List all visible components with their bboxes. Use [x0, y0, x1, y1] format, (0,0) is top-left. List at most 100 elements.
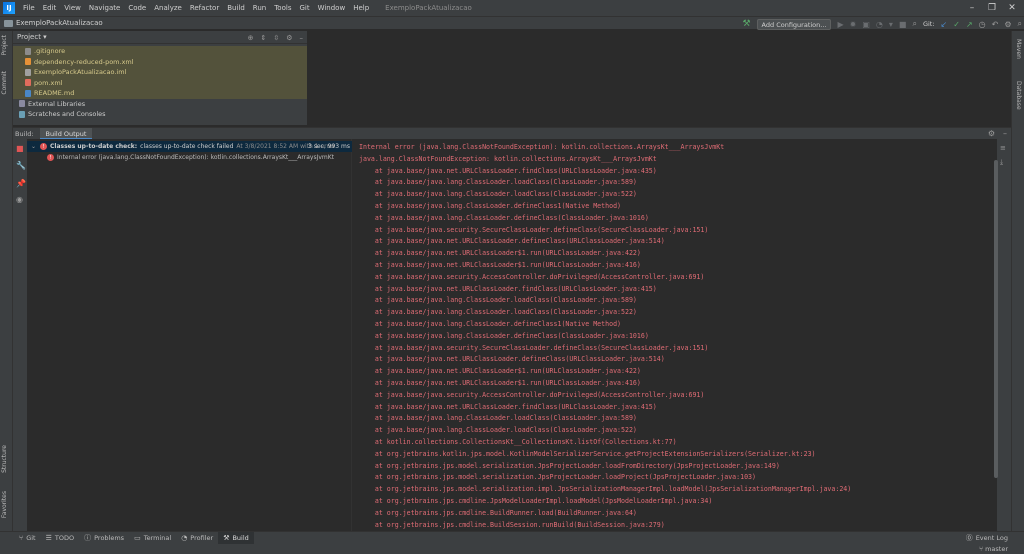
- menu-code[interactable]: Code: [124, 0, 150, 16]
- tab-favorites[interactable]: Favorites: [1, 491, 8, 518]
- git-rollback-icon[interactable]: ↶: [992, 20, 999, 29]
- hide-icon[interactable]: –: [1003, 129, 1007, 138]
- profile-icon[interactable]: ◔: [876, 20, 883, 29]
- build-hammer-icon[interactable]: ⚒: [742, 19, 750, 29]
- console-line: at kotlin.collections.CollectionsKt__Col…: [359, 438, 677, 446]
- tool-git[interactable]: ⑂ Git: [14, 532, 41, 545]
- expand-all-icon[interactable]: ⇕: [260, 34, 266, 42]
- menu-help[interactable]: Help: [349, 0, 373, 16]
- breadcrumb-project[interactable]: ExemploPackAtualizacao: [16, 19, 103, 27]
- console-line: at java.base/java.net.URLClassLoader$1.r…: [359, 367, 641, 376]
- console-line: at java.base/java.net.URLClassLoader$1.r…: [359, 379, 641, 387]
- menu-view[interactable]: View: [60, 0, 85, 16]
- tool-profiler[interactable]: ◔ Profiler: [176, 532, 218, 545]
- menu-refactor[interactable]: Refactor: [186, 0, 223, 16]
- console-line: at java.base/java.lang.ClassLoader.defin…: [359, 320, 622, 328]
- search-everywhere-icon[interactable]: ⌕: [1018, 19, 1022, 29]
- settings-icon[interactable]: ⚙: [1004, 20, 1011, 29]
- right-tool-stripe: Maven Database: [1011, 31, 1024, 531]
- console-line: at java.base/java.lang.ClassLoader.loadC…: [359, 296, 637, 305]
- build-error-row[interactable]: ! Internal error (java.lang.ClassNotFoun…: [27, 152, 352, 163]
- tree-item-iml[interactable]: ExemploPackAtualizacao.iml: [13, 67, 307, 78]
- project-tree: .gitignore dependency-reduced-pom.xml Ex…: [13, 44, 307, 120]
- more-run-icon[interactable]: ▾: [889, 20, 893, 29]
- tool-event-log[interactable]: ⓪ Event Log: [966, 533, 1008, 543]
- intellij-logo-icon: IJ: [3, 2, 15, 14]
- hide-icon[interactable]: –: [300, 34, 304, 42]
- locate-icon[interactable]: ⊕: [248, 34, 254, 42]
- gear-icon[interactable]: ⚙: [988, 129, 995, 138]
- tree-item-scratches[interactable]: Scratches and Consoles: [13, 109, 307, 120]
- tab-database[interactable]: Database: [1015, 81, 1022, 110]
- editor-area[interactable]: [307, 31, 1011, 125]
- eye-icon[interactable]: ◉: [16, 195, 23, 204]
- console-line: at java.base/java.net.URLClassLoader.def…: [359, 355, 665, 364]
- tool-problems[interactable]: ⓘ Problems: [79, 532, 129, 545]
- event-log-icon: ⓪: [965, 534, 973, 542]
- menu-tools[interactable]: Tools: [270, 0, 295, 16]
- console-line: at org.jetbrains.jps.model.serialization…: [359, 461, 780, 470]
- menu-analyze[interactable]: Analyze: [150, 0, 186, 16]
- tree-item-gitignore[interactable]: .gitignore: [13, 46, 307, 57]
- scratches-icon: [19, 110, 25, 118]
- menu-run[interactable]: Run: [249, 0, 270, 16]
- console-line: java.lang.ClassNotFoundException: kotlin…: [359, 154, 657, 163]
- close-icon[interactable]: ✕: [1002, 0, 1022, 16]
- add-configuration-button[interactable]: Add Configuration...: [756, 18, 832, 30]
- tree-item-label: ExemploPackAtualizacao.iml: [34, 68, 127, 76]
- scroll-to-end-icon[interactable]: ⤓: [1000, 158, 1003, 167]
- build-result-row[interactable]: ⌄ ! Classes up-to-date check: classes up…: [27, 141, 352, 152]
- error-icon: !: [47, 154, 54, 161]
- build-label: Build:: [15, 129, 34, 138]
- soft-wrap-icon[interactable]: ≡: [1000, 144, 1006, 152]
- menu-file[interactable]: File: [19, 0, 39, 16]
- pin-icon[interactable]: 📌: [16, 179, 26, 188]
- tree-item-pom[interactable]: pom.xml: [13, 77, 307, 88]
- gear-icon[interactable]: ⚙: [286, 34, 292, 42]
- tool-window-bar: ⑂ Git ☰ TODO ⓘ Problems ▭ Terminal ◔ Profiler…: [0, 531, 1024, 545]
- tab-build-output[interactable]: Build Output: [39, 127, 93, 140]
- git-history-icon[interactable]: ◷: [979, 20, 986, 29]
- console-output[interactable]: Internal error (java.lang.ClassNotFoundE…: [353, 139, 997, 531]
- project-view-dropdown[interactable]: Project ▾: [17, 33, 47, 41]
- git-push-icon[interactable]: ↗: [966, 20, 973, 29]
- menu-build[interactable]: Build: [223, 0, 249, 16]
- debug-icon[interactable]: ✹: [850, 20, 857, 29]
- console-line: at org.jetbrains.jps.cmdline.JpsModelLoa…: [359, 497, 713, 505]
- tab-commit[interactable]: Commit: [1, 71, 8, 95]
- git-branch-widget[interactable]: ⑂ master: [979, 544, 1008, 554]
- tool-build[interactable]: ⚒ Build: [218, 531, 254, 545]
- minimize-icon[interactable]: –: [962, 0, 982, 16]
- tool-terminal[interactable]: ▭ Terminal: [129, 532, 176, 545]
- console-line: at java.base/java.lang.ClassLoader.loadC…: [359, 178, 637, 187]
- menu-navigate[interactable]: Navigate: [85, 0, 124, 16]
- menu-git[interactable]: Git: [295, 0, 313, 16]
- git-update-icon[interactable]: ↙: [941, 20, 948, 29]
- tree-item-label: Scratches and Consoles: [28, 110, 106, 118]
- coverage-icon[interactable]: ▣: [862, 20, 870, 29]
- tree-item-external-libraries[interactable]: External Libraries: [13, 99, 307, 110]
- chevron-down-icon[interactable]: ⌄: [31, 143, 36, 150]
- console-line: at java.base/java.net.URLClassLoader.fin…: [359, 166, 657, 175]
- tab-structure[interactable]: Structure: [1, 445, 8, 473]
- menu-edit[interactable]: Edit: [39, 0, 61, 16]
- search-icon[interactable]: ⌕: [912, 19, 916, 29]
- wrench-icon[interactable]: 🔧: [16, 161, 26, 170]
- menu-window[interactable]: Window: [314, 0, 350, 16]
- run-icon[interactable]: ▶: [837, 20, 843, 29]
- tool-todo[interactable]: ☰ TODO: [41, 532, 80, 545]
- maven-file-icon: [25, 79, 31, 87]
- console-line: at java.base/java.net.URLClassLoader.fin…: [359, 284, 657, 293]
- stop-icon[interactable]: ■: [16, 144, 24, 153]
- console-line: Internal error (java.lang.ClassNotFoundE…: [359, 143, 725, 151]
- tab-project[interactable]: Project: [1, 35, 8, 56]
- console-scrollbar[interactable]: [994, 160, 998, 478]
- git-commit-icon[interactable]: ✓: [953, 20, 960, 29]
- tree-item-dependency-reduced-pom[interactable]: dependency-reduced-pom.xml: [13, 56, 307, 67]
- collapse-all-icon[interactable]: ⇳: [273, 34, 279, 42]
- tab-maven[interactable]: Maven: [1015, 39, 1022, 59]
- tree-item-readme[interactable]: README.md: [13, 88, 307, 99]
- maximize-icon[interactable]: ❐: [982, 0, 1002, 16]
- stop-icon[interactable]: ■: [899, 20, 907, 29]
- hammer-icon: ⚒: [223, 534, 230, 542]
